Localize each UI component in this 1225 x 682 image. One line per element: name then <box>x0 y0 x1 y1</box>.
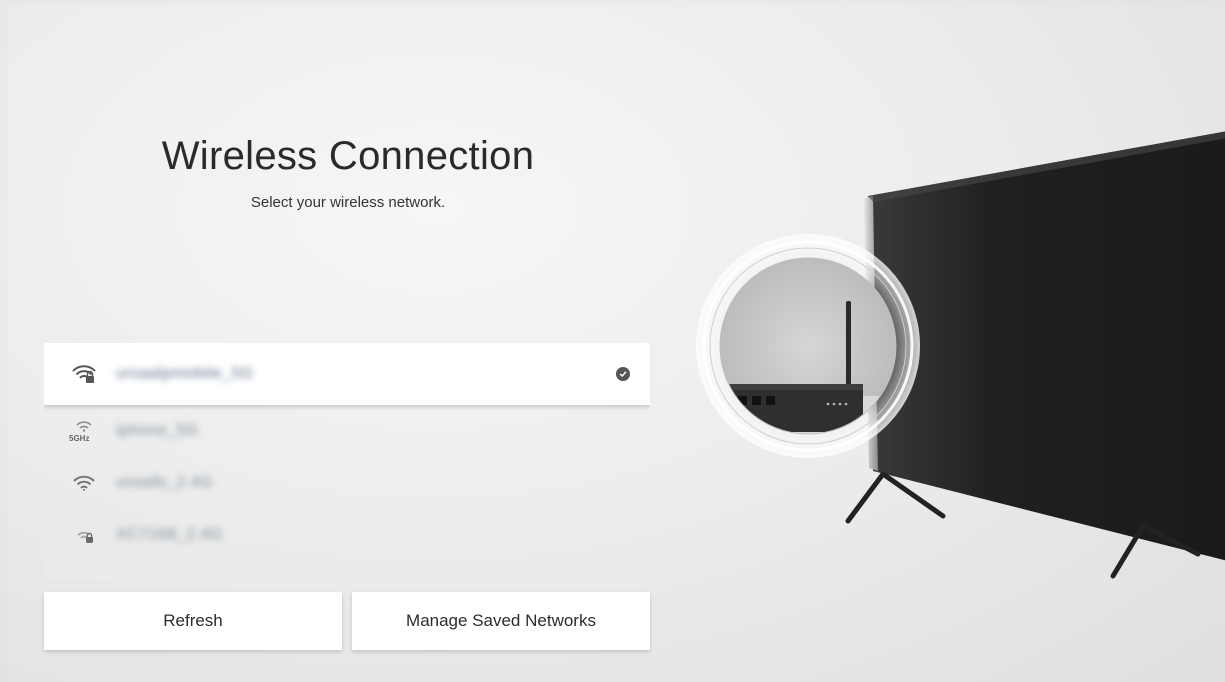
wireless-connection-screen: Wireless Connection Select your wireless… <box>8 6 1225 682</box>
refresh-button[interactable]: Refresh <box>44 592 342 650</box>
wifi-icon <box>72 576 96 579</box>
band-label: 5GHz <box>69 434 90 443</box>
network-ssid: ursaalpmobile_5G <box>116 365 254 382</box>
wifi-5ghz-icon: 5GHz <box>69 420 96 443</box>
network-item-selected[interactable]: ursaalpmobile_5G <box>44 343 650 405</box>
network-item[interactable]: XC7168_2.4G <box>44 509 650 561</box>
page-subtitle: Select your wireless network. <box>250 194 446 211</box>
network-item[interactable]: unsafe_2.4G <box>44 457 650 509</box>
wifi-icon <box>72 472 96 494</box>
network-list: ursaalpmobile_5G 5GHz iphone_5G unsafe_2… <box>44 343 650 579</box>
network-ssid: iphone_5G <box>116 422 199 439</box>
tv-router-illustration <box>668 106 1225 626</box>
network-ssid: rm4050 <box>116 578 173 579</box>
network-ssid: unsafe_2.4G <box>116 474 214 491</box>
network-item[interactable]: 5GHz iphone_5G <box>44 405 650 457</box>
manage-saved-networks-button[interactable]: Manage Saved Networks <box>352 592 650 650</box>
page-title: Wireless Connection <box>161 134 535 178</box>
wifi-lock-icon <box>72 524 96 546</box>
wifi-lock-icon <box>72 363 96 385</box>
network-item[interactable]: rm4050 <box>44 561 650 579</box>
check-circle-icon <box>616 367 630 381</box>
tv-screen <box>868 131 1225 561</box>
network-ssid: XC7168_2.4G <box>116 526 223 543</box>
